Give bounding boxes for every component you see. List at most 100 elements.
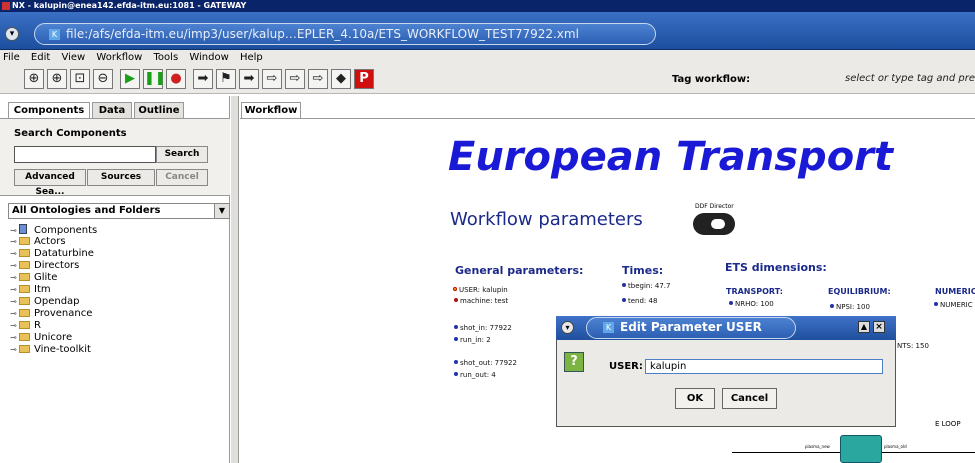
param-run-in[interactable]: run_in: 2 xyxy=(454,336,491,344)
arrow-right-bar-icon[interactable]: ➡ xyxy=(239,69,259,89)
folder-icon xyxy=(19,237,30,245)
param-nts-partial: NTS: 150 xyxy=(897,342,929,350)
param-machine[interactable]: machine: test xyxy=(454,297,508,305)
outline-arrow-2-icon[interactable]: ⇨ xyxy=(285,69,305,89)
zoom-out-icon[interactable]: ⊖ xyxy=(93,69,113,89)
param-tbegin[interactable]: tbegin: 47.7 xyxy=(622,282,671,290)
p-icon[interactable]: P xyxy=(354,69,374,89)
folder-icon xyxy=(19,321,30,329)
user-field-input[interactable]: kalupin xyxy=(645,359,883,374)
workflow-path-text: file:/afs/efda-itm.eu/imp3/user/kalup…EP… xyxy=(66,27,579,41)
ddf-director-label: DDF Director xyxy=(695,203,734,210)
help-icon: ? xyxy=(564,352,584,372)
sources-button[interactable]: Sources xyxy=(87,169,155,186)
tree-item-dataturbine[interactable]: ⊸ Dataturbine xyxy=(10,248,94,259)
zoom-in-icon[interactable]: ⊕ xyxy=(24,69,44,89)
port-plasma-old: plasma_old xyxy=(884,444,907,449)
tree-item-itm[interactable]: ⊸ Itm xyxy=(10,284,51,295)
menu-tools[interactable]: Tools xyxy=(154,52,179,63)
zoom-fit-icon[interactable]: ⊡ xyxy=(70,69,90,89)
arrow-right-icon[interactable]: ➡ xyxy=(193,69,213,89)
tree-item-components[interactable]: ⊸ Components xyxy=(10,224,97,236)
window-menu-button[interactable]: ▾ xyxy=(5,27,19,41)
port-plasma-new: plasma_new xyxy=(805,444,830,449)
param-run-out[interactable]: run_out: 4 xyxy=(454,371,496,379)
tree-item-opendap[interactable]: ⊸ Opendap xyxy=(10,296,80,307)
tab-outline[interactable]: Outline xyxy=(134,102,184,118)
folder-icon xyxy=(19,249,30,257)
tree-item-unicore[interactable]: ⊸ Unicore xyxy=(10,332,72,343)
tree-item-glite[interactable]: ⊸ Glite xyxy=(10,272,57,283)
diamond-icon[interactable]: ◆ xyxy=(331,69,351,89)
flag-icon[interactable]: ⚑ xyxy=(216,69,236,89)
tag-workflow-label: Tag workflow: xyxy=(672,74,751,85)
zoom-reset-icon[interactable]: ⊕ xyxy=(47,69,67,89)
outline-arrow-3-icon[interactable]: ⇨ xyxy=(308,69,328,89)
window-title: NX - kalupin@enea142.efda-itm.eu:1081 - … xyxy=(12,1,247,10)
maximize-icon[interactable]: ▲ xyxy=(858,321,870,333)
times-heading: Times: xyxy=(622,264,664,277)
param-numeric[interactable]: NUMERIC xyxy=(934,301,973,309)
run-icon[interactable]: ▶ xyxy=(120,69,140,89)
param-tend[interactable]: tend: 48 xyxy=(622,297,657,305)
tree-item-actors[interactable]: ⊸ Actors xyxy=(10,236,66,247)
outline-arrow-icon[interactable]: ⇨ xyxy=(262,69,282,89)
tab-workflow[interactable]: Workflow xyxy=(241,102,301,118)
pause-icon[interactable]: ❚❚ xyxy=(143,69,166,89)
param-shot-in[interactable]: shot_in: 77922 xyxy=(454,324,512,332)
search-components-title: Search Components xyxy=(14,128,127,139)
workflow-params-title: Workflow parameters xyxy=(450,209,643,230)
general-params-heading: General parameters: xyxy=(455,264,584,277)
menu-window[interactable]: Window xyxy=(189,52,228,63)
actor-node[interactable] xyxy=(840,435,882,463)
ddf-director-icon[interactable] xyxy=(693,213,735,235)
folder-icon xyxy=(19,273,30,281)
param-user[interactable]: USER: kalupin xyxy=(453,286,508,294)
dialog-menu-button[interactable]: ▾ xyxy=(561,321,574,334)
panel-divider[interactable] xyxy=(231,96,239,463)
tree-item-provenance[interactable]: ⊸ Provenance xyxy=(10,308,92,319)
menu-bar: File Edit View Workflow Tools Window Hel… xyxy=(0,50,975,66)
menu-help[interactable]: Help xyxy=(240,52,263,63)
workflow-path-field[interactable]: Kfile:/afs/efda-itm.eu/imp3/user/kalup…E… xyxy=(34,23,656,45)
dialog-title: Edit Parameter USER xyxy=(620,320,762,334)
param-npsi[interactable]: NPSI: 100 xyxy=(830,303,870,311)
transport-heading: TRANSPORT: xyxy=(726,287,783,296)
cancel-search-button[interactable]: Cancel xyxy=(156,169,208,186)
folder-icon xyxy=(19,309,30,317)
search-input[interactable] xyxy=(14,146,156,163)
menu-view[interactable]: View xyxy=(61,52,85,63)
tree-item-r[interactable]: ⊸ R xyxy=(10,320,41,331)
tree-item-vine-toolkit[interactable]: ⊸ Vine-toolkit xyxy=(10,344,91,355)
folder-icon xyxy=(19,297,30,305)
loop-label: E LOOP xyxy=(935,420,961,428)
window-title-bar: NX - kalupin@enea142.efda-itm.eu:1081 - … xyxy=(0,0,975,12)
app-icon xyxy=(2,2,10,10)
menu-edit[interactable]: Edit xyxy=(31,52,50,63)
kepler-icon: K xyxy=(49,29,60,40)
kepler-icon: K xyxy=(603,322,614,333)
ontology-select[interactable]: All Ontologies and Folders ▼ xyxy=(8,203,230,219)
document-icon xyxy=(19,224,27,234)
ets-dimensions-heading: ETS dimensions: xyxy=(725,261,827,274)
param-nrho[interactable]: NRHO: 100 xyxy=(729,300,774,308)
toolbar: ⊕ ⊕ ⊡ ⊖ ▶ ❚❚ ● ➡ ⚑ ➡ ⇨ ⇨ ⇨ ◆ P xyxy=(0,66,975,94)
folder-icon xyxy=(19,285,30,293)
stop-icon[interactable]: ● xyxy=(166,69,186,89)
equilibrium-heading: EQUILIBRIUM: xyxy=(828,287,891,296)
tab-data[interactable]: Data xyxy=(92,102,132,118)
user-field-label: USER: xyxy=(609,361,643,372)
menu-file[interactable]: File xyxy=(3,52,20,63)
folder-icon xyxy=(19,333,30,341)
ok-button[interactable]: OK xyxy=(675,388,715,409)
numeric-heading: NUMERIC xyxy=(935,287,975,296)
tab-components[interactable]: Components xyxy=(8,102,90,118)
advanced-search-button[interactable]: Advanced Sea... xyxy=(14,169,86,197)
param-shot-out[interactable]: shot_out: 77922 xyxy=(454,359,517,367)
close-icon[interactable]: × xyxy=(873,321,885,333)
menu-workflow[interactable]: Workflow xyxy=(96,52,142,63)
tag-workflow-input[interactable]: select or type tag and press xyxy=(845,70,975,88)
cancel-button[interactable]: Cancel xyxy=(722,388,777,409)
tree-item-directors[interactable]: ⊸ Directors xyxy=(10,260,79,271)
search-button[interactable]: Search xyxy=(156,146,208,163)
